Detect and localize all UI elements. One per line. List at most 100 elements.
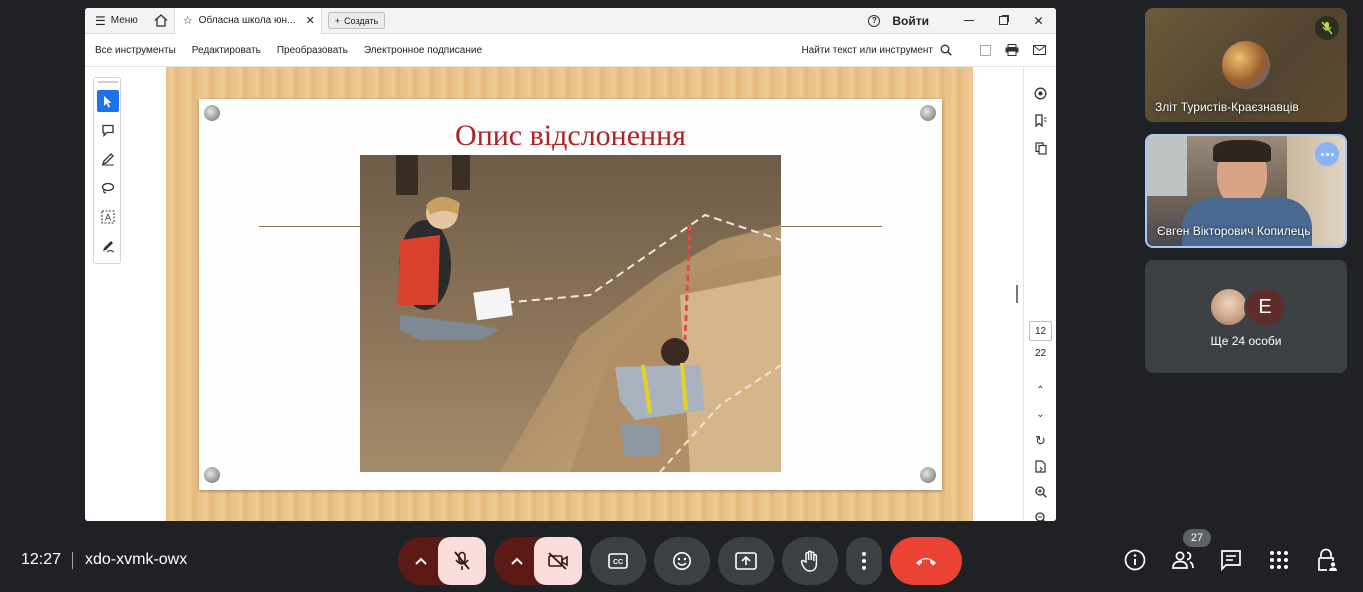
excavation-photo	[360, 155, 781, 472]
menu-e-sign[interactable]: Электронное подписание	[364, 45, 482, 56]
pushpin-icon	[204, 467, 220, 483]
leave-call-button[interactable]	[890, 537, 962, 585]
highlight-tool[interactable]	[97, 148, 119, 170]
copy-icon	[1034, 141, 1047, 155]
avatar	[1222, 41, 1270, 89]
quick-tools-bar: A	[93, 77, 121, 264]
activities-button[interactable]	[1267, 548, 1291, 572]
chat-button[interactable]	[1219, 548, 1243, 572]
zoom-in-button[interactable]	[1024, 482, 1056, 502]
participant-tile-2[interactable]: Євген Вікторович Копилець	[1145, 134, 1347, 248]
comment-icon	[1034, 87, 1047, 99]
lasso-icon	[101, 182, 115, 194]
participant-tile-others[interactable]: E Ще 24 особи	[1145, 260, 1347, 373]
save-icon[interactable]	[980, 44, 991, 56]
people-button[interactable]	[1171, 548, 1195, 572]
people-count-badge: 27	[1183, 529, 1211, 547]
shared-screen: ☰ Меню ☆ Обласна школа юн... ✕ + Создать…	[85, 8, 1056, 521]
rotate-button[interactable]: ↻	[1024, 431, 1056, 451]
mail-icon[interactable]	[1033, 45, 1046, 55]
mic-off-icon	[454, 551, 470, 570]
meeting-details-button[interactable]	[1123, 548, 1147, 572]
menu-edit[interactable]: Редактировать	[192, 45, 261, 56]
slide: Опис відслонення	[199, 99, 942, 490]
mic-off-icon	[1315, 16, 1339, 40]
meeting-time: 12:27	[21, 551, 62, 568]
scrollbar-handle[interactable]	[1016, 285, 1018, 303]
bookmarks-panel-button[interactable]	[1024, 110, 1056, 130]
cursor-icon	[104, 95, 112, 107]
chat-icon	[1221, 550, 1241, 571]
captions-button[interactable]: CC	[590, 537, 646, 585]
zoom-out-button[interactable]	[1024, 508, 1056, 521]
close-icon: ✕	[1033, 13, 1044, 28]
new-tab-button[interactable]: + Создать	[327, 12, 386, 29]
avatar-letter: E	[1244, 287, 1286, 327]
participant-name: Зліт Туристів-Краєзнавців	[1155, 100, 1299, 114]
close-tab-icon[interactable]: ✕	[306, 14, 315, 27]
meeting-code: xdo-xvmk-owx	[85, 551, 188, 568]
apps-grid-icon	[1270, 551, 1288, 569]
reactions-button[interactable]	[654, 537, 710, 585]
hang-up-icon	[916, 558, 936, 566]
minimize-button[interactable]	[951, 8, 986, 34]
sign-tool[interactable]	[97, 235, 119, 257]
lock-person-icon	[1318, 548, 1337, 571]
draw-tool[interactable]	[97, 177, 119, 199]
prev-page-button[interactable]: ⌃	[1024, 380, 1056, 400]
host-controls-button[interactable]	[1315, 548, 1339, 572]
home-button[interactable]	[148, 8, 174, 34]
zoom-out-icon	[1034, 512, 1045, 521]
extract-button[interactable]	[1024, 456, 1056, 476]
restore-button[interactable]	[986, 8, 1021, 34]
camera-control	[494, 537, 582, 585]
avatar	[1209, 287, 1249, 327]
slide-divider	[259, 226, 361, 227]
raise-hand-button[interactable]	[782, 537, 838, 585]
close-window-button[interactable]: ✕	[1021, 8, 1056, 34]
comment-icon	[102, 124, 114, 137]
comment-tool[interactable]	[97, 119, 119, 141]
pdf-toolbar: Все инструменты Редактировать Преобразов…	[85, 34, 1056, 67]
camera-off-icon	[548, 552, 568, 570]
pages-panel-button[interactable]	[1024, 138, 1056, 158]
more-options-icon[interactable]	[1315, 142, 1339, 166]
menu-button[interactable]: ☰ Меню	[85, 8, 148, 34]
hamburger-icon: ☰	[95, 13, 106, 28]
menu-convert[interactable]: Преобразовать	[277, 45, 348, 56]
document-tab[interactable]: ☆ Обласна школа юн... ✕	[173, 8, 322, 34]
next-page-button[interactable]: ⌄	[1024, 404, 1056, 424]
hand-icon	[800, 550, 818, 572]
pushpin-icon	[920, 467, 936, 483]
help-icon[interactable]: ?	[868, 14, 881, 27]
comments-panel-button[interactable]	[1024, 83, 1056, 103]
search-tools[interactable]: Найти текст или инструмент	[801, 44, 952, 56]
pdf-page: Опис відслонення	[166, 67, 973, 521]
star-icon[interactable]: ☆	[183, 14, 193, 27]
drag-grip[interactable]	[98, 81, 118, 83]
text-tool[interactable]: A	[97, 206, 119, 228]
more-options-button[interactable]	[846, 537, 882, 585]
plus-icon: +	[334, 15, 341, 26]
mic-toggle-button[interactable]	[438, 537, 486, 585]
more-participants-label: Ще 24 особи	[1210, 334, 1282, 348]
participant-tile-1[interactable]: Зліт Туристів-Краєзнавців	[1145, 8, 1347, 122]
bookmark-icon	[1034, 113, 1046, 127]
select-tool[interactable]	[97, 90, 119, 112]
present-button[interactable]	[718, 537, 774, 585]
chevron-up-icon: ⌃	[1036, 384, 1045, 396]
signature-icon	[103, 241, 115, 253]
more-vert-icon	[846, 537, 882, 585]
tab-title: Обласна школа юн...	[198, 15, 296, 26]
print-icon[interactable]	[1005, 44, 1019, 56]
page-total: 22	[1034, 348, 1047, 359]
menu-all-tools[interactable]: Все инструменты	[95, 45, 176, 56]
chevron-up-icon	[415, 557, 427, 565]
camera-toggle-button[interactable]	[534, 537, 582, 585]
minimize-icon	[963, 20, 974, 21]
page-number-input[interactable]: 12	[1029, 321, 1052, 341]
document-icon	[1035, 459, 1046, 473]
login-button[interactable]: Войти	[892, 14, 929, 28]
menu-label: Меню	[110, 15, 138, 26]
rotate-icon: ↻	[1035, 433, 1046, 448]
